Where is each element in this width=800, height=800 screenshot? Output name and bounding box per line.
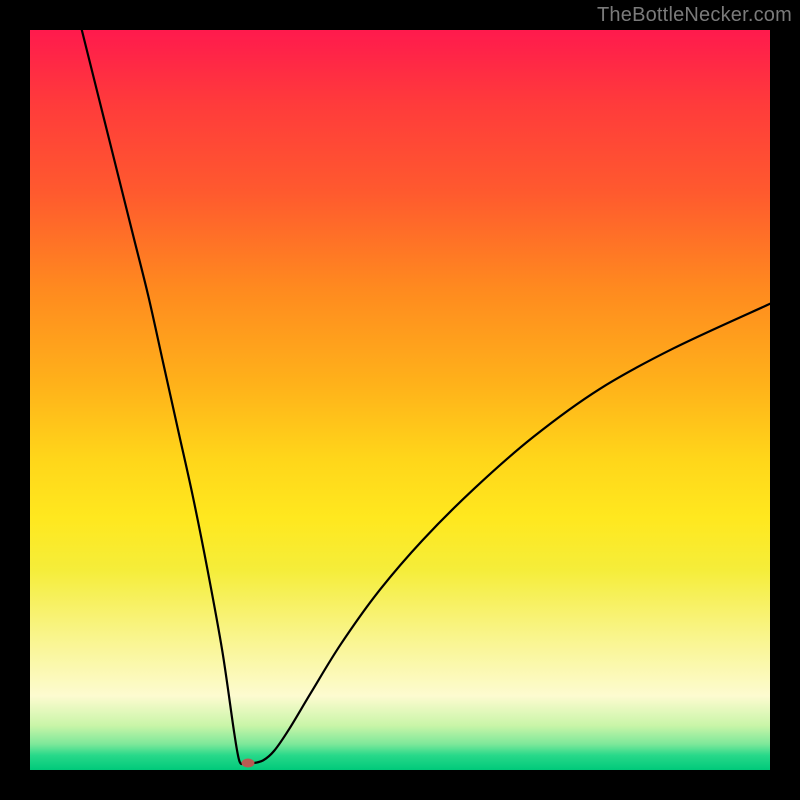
optimal-point-marker: [242, 758, 255, 767]
chart-frame: TheBottleNecker.com: [0, 0, 800, 800]
watermark-text: TheBottleNecker.com: [597, 4, 792, 27]
plot-area: [30, 30, 770, 770]
bottleneck-curve: [30, 30, 770, 770]
